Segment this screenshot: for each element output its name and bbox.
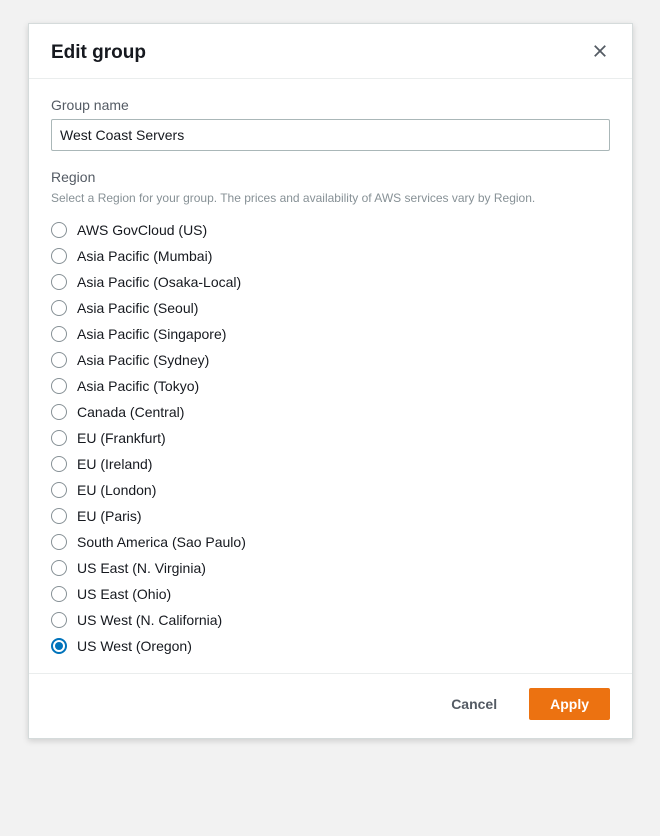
- region-option-label: US West (N. California): [77, 612, 222, 628]
- region-option-label: EU (Paris): [77, 508, 142, 524]
- close-button[interactable]: [590, 43, 610, 63]
- edit-group-dialog: Edit group Group name Region Select a Re…: [28, 23, 633, 739]
- region-option-label: US West (Oregon): [77, 638, 192, 654]
- region-option-label: AWS GovCloud (US): [77, 222, 207, 238]
- group-name-label: Group name: [51, 97, 610, 113]
- region-option[interactable]: Asia Pacific (Singapore): [51, 321, 610, 347]
- radio-icon: [51, 274, 67, 290]
- dialog-footer: Cancel Apply: [29, 673, 632, 738]
- region-option-label: Asia Pacific (Singapore): [77, 326, 226, 342]
- region-option[interactable]: South America (Sao Paulo): [51, 529, 610, 555]
- radio-icon: [51, 638, 67, 654]
- region-option[interactable]: US East (Ohio): [51, 581, 610, 607]
- radio-icon: [51, 456, 67, 472]
- region-radio-list: AWS GovCloud (US) Asia Pacific (Mumbai) As…: [51, 217, 610, 659]
- radio-icon: [51, 586, 67, 602]
- region-option-label: Asia Pacific (Osaka-Local): [77, 274, 241, 290]
- radio-icon: [51, 430, 67, 446]
- radio-icon: [51, 482, 67, 498]
- region-option[interactable]: Asia Pacific (Seoul): [51, 295, 610, 321]
- apply-button-label: Apply: [550, 696, 589, 712]
- group-name-input[interactable]: [51, 119, 610, 151]
- close-icon: [593, 44, 607, 63]
- region-option[interactable]: Asia Pacific (Tokyo): [51, 373, 610, 399]
- region-label: Region: [51, 169, 610, 185]
- region-option[interactable]: Canada (Central): [51, 399, 610, 425]
- region-option[interactable]: Asia Pacific (Osaka-Local): [51, 269, 610, 295]
- radio-icon: [51, 222, 67, 238]
- region-option-label: EU (London): [77, 482, 156, 498]
- region-option[interactable]: AWS GovCloud (US): [51, 217, 610, 243]
- region-option-label: EU (Ireland): [77, 456, 152, 472]
- radio-icon: [51, 326, 67, 342]
- region-option-label: Asia Pacific (Mumbai): [77, 248, 212, 264]
- region-option[interactable]: EU (Frankfurt): [51, 425, 610, 451]
- radio-icon: [51, 560, 67, 576]
- region-option[interactable]: Asia Pacific (Mumbai): [51, 243, 610, 269]
- radio-icon: [51, 352, 67, 368]
- region-option-label: US East (N. Virginia): [77, 560, 206, 576]
- cancel-button[interactable]: Cancel: [431, 688, 517, 720]
- region-option-label: Canada (Central): [77, 404, 184, 420]
- apply-button[interactable]: Apply: [529, 688, 610, 720]
- region-option[interactable]: US West (Oregon): [51, 633, 610, 659]
- dialog-header: Edit group: [29, 24, 632, 79]
- radio-icon: [51, 300, 67, 316]
- dialog-title: Edit group: [51, 42, 146, 64]
- region-option[interactable]: US West (N. California): [51, 607, 610, 633]
- region-option-label: EU (Frankfurt): [77, 430, 166, 446]
- radio-icon: [51, 612, 67, 628]
- region-option-label: Asia Pacific (Tokyo): [77, 378, 199, 394]
- radio-icon: [51, 248, 67, 264]
- region-option-label: US East (Ohio): [77, 586, 171, 602]
- region-option[interactable]: Asia Pacific (Sydney): [51, 347, 610, 373]
- region-option[interactable]: EU (Ireland): [51, 451, 610, 477]
- region-helper-text: Select a Region for your group. The pric…: [51, 191, 610, 205]
- region-option-label: Asia Pacific (Seoul): [77, 300, 198, 316]
- region-option-label: South America (Sao Paulo): [77, 534, 246, 550]
- cancel-button-label: Cancel: [451, 696, 497, 712]
- radio-icon: [51, 508, 67, 524]
- radio-icon: [51, 534, 67, 550]
- dialog-body: Group name Region Select a Region for yo…: [29, 79, 632, 673]
- radio-icon: [51, 378, 67, 394]
- region-option[interactable]: EU (Paris): [51, 503, 610, 529]
- region-option-label: Asia Pacific (Sydney): [77, 352, 209, 368]
- region-option[interactable]: EU (London): [51, 477, 610, 503]
- radio-icon: [51, 404, 67, 420]
- region-option[interactable]: US East (N. Virginia): [51, 555, 610, 581]
